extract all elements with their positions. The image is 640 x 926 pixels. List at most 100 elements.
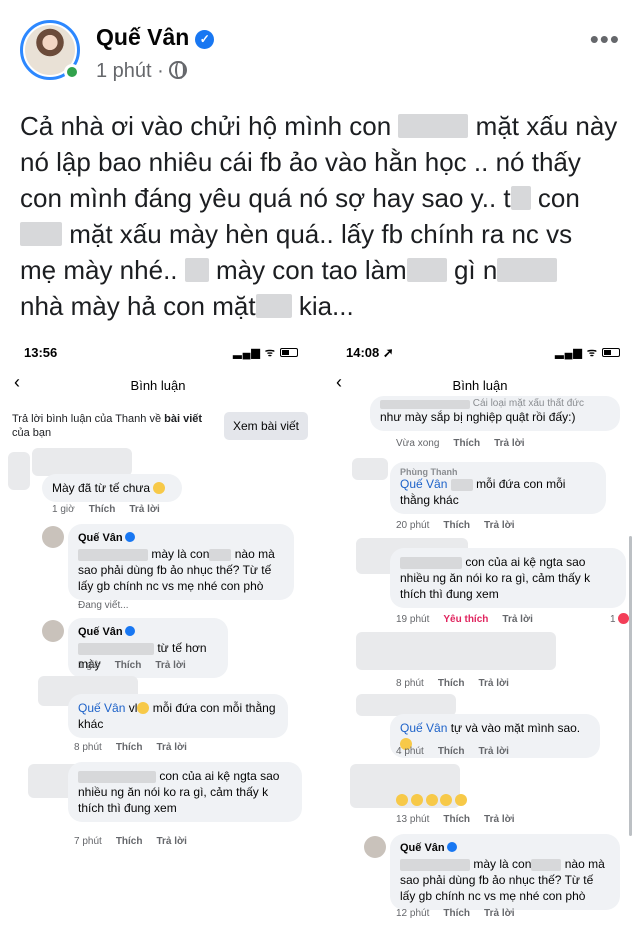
scrollbar[interactable]	[629, 536, 632, 836]
post-text-fragment: gì n	[453, 255, 498, 285]
emoji-icon	[396, 794, 408, 806]
nav-title: Bình luận	[130, 378, 186, 393]
more-options-button[interactable]: •••	[590, 24, 620, 55]
post-line: con mình đáng yêu quá nó sợ hay sao y.. …	[20, 180, 620, 216]
author-name[interactable]: Quế Vân	[96, 24, 189, 50]
mention-tag[interactable]: Quế Vân	[400, 477, 447, 491]
battery-icon	[602, 348, 620, 357]
status-bar: 13:56 ▂▄▆ ᯤ	[4, 336, 312, 366]
commenter-avatar[interactable]	[42, 620, 64, 642]
comment-actions: 1 giờ Thích Trả lời	[52, 504, 174, 515]
comment-status: Đang viết...	[78, 600, 129, 611]
post-line: mẹ mày nhé.. mày con tao làm gì n	[20, 252, 620, 288]
comment-text: Mày đã từ tế chưa	[52, 481, 151, 495]
post-time[interactable]: 1 phút	[96, 60, 152, 82]
reply-button[interactable]: Trả lời	[484, 908, 514, 919]
comment-body: mày là con nào mà sao phải dùng fb ảo nh…	[78, 546, 284, 594]
comment-bubble[interactable]: Quế Vân mày là con nào mà sao phải dùng …	[390, 834, 620, 910]
comment-bubble[interactable]: Quế Vân mày là con nào mà sao phải dùng …	[68, 524, 294, 600]
reply-banner-suffix: của bạn	[12, 427, 52, 439]
comment-bubble[interactable]: Phùng Thanh Quế Vân mỗi đứa con mỗi thằn…	[390, 462, 606, 514]
commenter-name[interactable]: Quế Vân	[78, 532, 123, 544]
love-button[interactable]: Yêu thích	[443, 614, 488, 625]
status-bar: 14:08 ➚ ▂▄▆ ᯤ	[326, 336, 634, 366]
commenter-name-row[interactable]: Quế Vân	[400, 840, 610, 856]
commenter-avatar[interactable]	[364, 836, 386, 858]
comment-body: mày là con nào mà sao phải dùng fb ảo nh…	[400, 856, 610, 904]
like-button[interactable]: Thích	[115, 660, 142, 671]
redacted-block	[78, 643, 154, 655]
redacted-avatar	[352, 458, 388, 480]
comment-bubble[interactable]: con của ai kệ ngta sao nhiều ng ăn nói k…	[390, 548, 626, 608]
reply-button[interactable]: Trả lời	[478, 678, 508, 689]
view-post-button[interactable]: Xem bài viết	[224, 412, 308, 440]
commenter-avatar[interactable]	[42, 526, 64, 548]
status-time-value: 14:08	[346, 345, 380, 360]
reply-button[interactable]: Trả lời	[494, 438, 524, 449]
post-line: nó lập bao nhiêu cái fb ảo vào hằn học .…	[20, 144, 620, 180]
like-button[interactable]: Thích	[438, 746, 465, 757]
reaction-count-value: 1	[610, 614, 616, 625]
comment-time: 1 giờ	[78, 660, 101, 671]
reply-button[interactable]: Trả lời	[502, 614, 532, 625]
redacted-block	[400, 557, 462, 569]
commenter-name[interactable]: Quế Vân	[400, 842, 445, 854]
reply-button[interactable]: Trả lời	[156, 742, 186, 753]
comment-bubble[interactable]: Quế Vân vl mỗi đứa con mỗi thằng khác	[68, 694, 288, 738]
post-text-fragment: nhà mày hả con mặt	[20, 291, 256, 321]
like-button[interactable]: Thích	[443, 520, 470, 531]
comment-time: 13 phút	[396, 814, 430, 825]
comment-time: 12 phút	[396, 908, 430, 919]
status-time: 14:08 ➚	[346, 345, 394, 360]
like-button[interactable]: Thích	[89, 504, 116, 515]
author-name-row[interactable]: Quế Vân ✓	[96, 24, 215, 51]
reply-button[interactable]: Trả lời	[478, 746, 508, 757]
comment-time: 20 phút	[396, 520, 430, 531]
post-line: nhà mày hả con mặt kia...	[20, 288, 620, 324]
emoji-icon	[440, 794, 453, 806]
post-body: Cả nhà ơi vào chửi hộ mình con mặt xấu n…	[20, 108, 620, 324]
reply-button[interactable]: Trả lời	[156, 836, 186, 847]
post-header: Quế Vân ✓ 1 phút · •••	[16, 16, 624, 96]
comment-bubble[interactable]: Mày đã từ tế chưa	[42, 474, 182, 502]
redacted-name	[356, 694, 456, 716]
comment-time: Vừa xong	[396, 438, 440, 449]
like-button[interactable]: Thích	[116, 836, 143, 847]
like-button[interactable]: Thích	[443, 908, 470, 919]
commenter-name[interactable]: Phùng Thanh	[400, 468, 596, 477]
reaction-count[interactable]: 1	[610, 613, 629, 625]
comment-cutoff-text: Cái loại mặt xấu thất đức	[380, 398, 610, 409]
commenter-name[interactable]: Quế Vân	[78, 626, 123, 638]
comment-actions: 13 phút Thích Trả lời	[396, 814, 529, 825]
reply-banner-link[interactable]: bài viết	[164, 413, 202, 425]
like-button[interactable]: Thích	[116, 742, 143, 753]
reply-button[interactable]: Trả lời	[484, 814, 514, 825]
status-icons: ▂▄▆ ᯤ	[555, 345, 620, 360]
commenter-name-row[interactable]: Quế Vân	[78, 530, 284, 546]
post-text-fragment: kia...	[298, 291, 354, 321]
mention-tag[interactable]: Quế Vân	[400, 721, 447, 735]
redacted-block	[20, 222, 62, 246]
right-phone-screenshot: 14:08 ➚ ▂▄▆ ᯤ ‹ Bình luận Cái loại mặt x…	[326, 336, 634, 926]
redacted-block	[78, 549, 148, 561]
verified-badge-icon: ✓	[195, 30, 215, 49]
reply-button[interactable]: Trả lời	[129, 504, 159, 515]
smile-emoji-icon	[153, 482, 166, 494]
reply-banner-prefix: Trả lời bình luận của Thanh về	[12, 413, 165, 425]
comment-time: 4 phút	[396, 746, 424, 757]
like-button[interactable]: Thích	[438, 678, 465, 689]
commenter-name-row[interactable]: Quế Vân	[78, 624, 218, 640]
comment-bubble[interactable]: Cái loại mặt xấu thất đức như mày sắp bị…	[370, 396, 620, 431]
like-button[interactable]: Thích	[443, 814, 470, 825]
redacted-block	[380, 400, 470, 409]
left-phone-screenshot: 13:56 ▂▄▆ ᯤ ‹ Bình luận Trả lời bình luậ…	[4, 336, 312, 926]
mention-tag[interactable]: Quế Vân	[78, 701, 125, 715]
like-button[interactable]: Thích	[453, 438, 480, 449]
reply-button[interactable]: Trả lời	[155, 660, 185, 671]
comment-text: mày là con	[151, 547, 210, 561]
comment-bubble[interactable]: con của ai kệ ngta sao nhiều ng ăn nói k…	[68, 762, 302, 822]
reply-banner-text: Trả lời bình luận của Thanh về bài viết …	[12, 412, 222, 440]
reply-button[interactable]: Trả lời	[484, 520, 514, 531]
comment-text: vl	[128, 701, 138, 715]
post-text-fragment: con	[537, 183, 580, 213]
